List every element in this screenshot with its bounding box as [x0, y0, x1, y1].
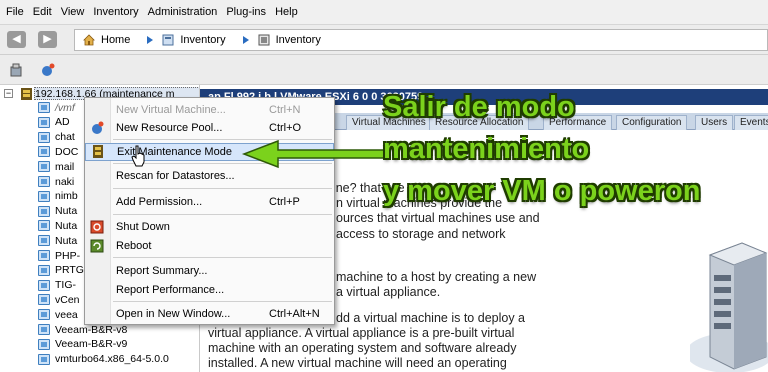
virtual-machine-icon	[38, 161, 50, 173]
menu-item-reboot[interactable]: Reboot	[85, 237, 334, 255]
virtual-machine-icon	[38, 235, 50, 247]
hand-cursor-icon	[131, 145, 145, 167]
host-context-menu: New Virtual Machine... Ctrl+N New Resour…	[84, 97, 335, 325]
menu-separator	[113, 214, 332, 215]
inventory-icon	[162, 34, 174, 46]
new-resource-pool-icon[interactable]	[40, 63, 56, 77]
menu-administration[interactable]: Administration	[148, 6, 218, 18]
server-illustration-icon	[690, 242, 768, 372]
tree-vm-item[interactable]: Veeam-B&R-v9	[38, 338, 127, 351]
menu-file[interactable]: File	[6, 6, 24, 18]
virtual-machine-icon	[38, 353, 50, 365]
menu-bar: File Edit View Inventory Administration …	[0, 0, 768, 24]
menu-plugins[interactable]: Plug-ins	[226, 6, 266, 18]
breadcrumb-inventory-2[interactable]: Inventory	[240, 34, 321, 46]
virtual-machine-icon	[38, 102, 50, 113]
virtual-machine-icon	[38, 220, 50, 232]
collapse-icon[interactable]: −	[4, 89, 13, 98]
tree-expander[interactable]: −	[4, 87, 13, 100]
back-arrow-icon[interactable]: ◀	[7, 31, 26, 48]
annotation-text-line-3: y mover VM o poweron	[383, 175, 701, 207]
virtual-machine-icon	[38, 264, 50, 276]
maintenance-mode-icon	[93, 145, 103, 158]
shut-down-icon	[90, 220, 104, 234]
virtual-machine-icon	[38, 116, 50, 128]
breadcrumb: Home Inventory Inventory	[74, 29, 768, 51]
tab-configuration[interactable]: Configuration	[616, 115, 688, 130]
tree-vm-item[interactable]: Nuta	[38, 219, 77, 232]
help-text-line: ources that virtual machines use and	[336, 211, 540, 225]
tree-vm-item[interactable]: vmturbo64.x86_64-5.0.0	[38, 353, 169, 366]
tree-vm-item[interactable]: veea	[38, 308, 78, 321]
tree-vm-item[interactable]: PRTG	[38, 264, 84, 277]
menu-item-new-virtual-machine[interactable]: New Virtual Machine... Ctrl+N	[85, 101, 334, 119]
tree-vm-item[interactable]: PHP-	[38, 249, 80, 262]
menu-view[interactable]: View	[61, 6, 85, 18]
menu-inventory[interactable]: Inventory	[93, 6, 138, 18]
tree-vm-item[interactable]: DOC	[38, 145, 78, 158]
tree-vm-item[interactable]: Nuta	[38, 234, 77, 247]
host-maintenance-icon	[21, 87, 32, 100]
tree-vm-item[interactable]: AD	[38, 116, 70, 129]
arrow-right-icon	[147, 36, 154, 44]
toolbar	[0, 55, 768, 85]
help-text-line: dd a virtual machine is to deploy a	[336, 311, 525, 325]
menu-item-shut-down[interactable]: Shut Down	[85, 218, 334, 236]
breadcrumb-home[interactable]: Home	[83, 34, 130, 46]
menu-help[interactable]: Help	[275, 6, 298, 18]
virtual-machine-icon	[38, 250, 50, 261]
forward-arrow-icon[interactable]: ▶	[38, 31, 57, 48]
navigation-bar: ◀ ▶ Home Inventory Inventory	[0, 24, 768, 55]
virtual-machine-icon	[38, 324, 50, 335]
menu-separator	[113, 301, 332, 302]
tree-vm-item[interactable]: mail	[38, 160, 74, 173]
menu-edit[interactable]: Edit	[33, 6, 52, 18]
arrow-right-icon	[242, 36, 249, 44]
virtual-machine-icon	[38, 279, 50, 291]
annotation-arrow-icon	[241, 139, 385, 169]
virtual-machine-icon	[38, 131, 50, 143]
virtual-machine-icon	[38, 146, 50, 158]
menu-separator	[113, 188, 332, 189]
help-text-line: access to storage and network	[336, 227, 506, 241]
tab-events[interactable]: Events	[734, 115, 768, 130]
menu-separator	[113, 257, 332, 258]
menu-item-report-summary[interactable]: Report Summary...	[85, 262, 334, 280]
help-text-line: a virtual appliance.	[336, 285, 441, 299]
annotation-text-line-1: Salir de modo	[383, 91, 575, 123]
annotation-text-line-2: mantenimiento	[383, 133, 590, 165]
tree-vm-item[interactable]: naki	[38, 175, 74, 188]
tree-vm-item[interactable]: vCen	[38, 293, 80, 306]
breadcrumb-inventory-1[interactable]: Inventory	[144, 34, 226, 46]
help-text-line: machine with an operating system and sof…	[208, 341, 517, 355]
tree-vm-item[interactable]: /vmf	[38, 101, 75, 114]
tab-users[interactable]: Users	[695, 115, 734, 130]
virtual-machine-icon	[38, 309, 50, 321]
help-text-line: installed. A new virtual machine will ne…	[208, 356, 507, 370]
help-text-line: machine to a host by creating a new	[336, 270, 537, 284]
virtual-machine-icon	[38, 190, 50, 202]
tree-vm-item[interactable]: chat	[38, 131, 75, 144]
virtual-machine-icon	[38, 294, 50, 306]
help-text-line: virtual appliance. A virtual appliance i…	[208, 326, 515, 340]
home-icon	[83, 34, 95, 46]
tree-vm-item[interactable]: Nuta	[38, 205, 77, 218]
reboot-icon	[90, 239, 104, 253]
resource-pool-icon	[92, 121, 104, 134]
virtual-machine-icon	[38, 338, 50, 350]
tree-vm-item[interactable]: TIG-	[38, 279, 76, 292]
menu-item-report-performance[interactable]: Report Performance...	[85, 281, 334, 299]
menu-item-open-new-window[interactable]: Open in New Window... Ctrl+Alt+N	[85, 305, 334, 323]
virtual-machine-icon	[38, 205, 50, 217]
menu-item-add-permission[interactable]: Add Permission... Ctrl+P	[85, 193, 334, 211]
virtual-machine-icon	[38, 176, 50, 187]
inventory-icon	[258, 34, 270, 46]
tree-vm-item[interactable]: nimb	[38, 190, 78, 203]
add-host-icon[interactable]	[9, 63, 25, 77]
menu-item-new-resource-pool[interactable]: New Resource Pool... Ctrl+O	[85, 119, 334, 137]
